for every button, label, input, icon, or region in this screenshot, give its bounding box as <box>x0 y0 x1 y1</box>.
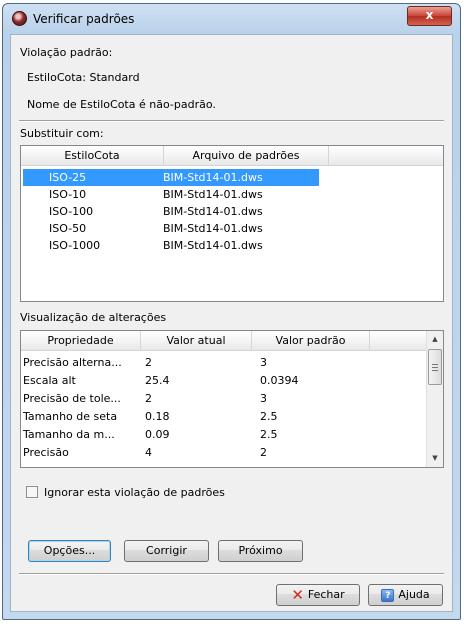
row-standard: 2 <box>260 446 267 459</box>
row-style: ISO-50 <box>49 222 87 235</box>
row-standard: 0.0394 <box>260 374 299 387</box>
row-property: Escala alt <box>23 374 76 387</box>
replace-header: Substituir com: <box>20 127 104 140</box>
row-property: Tamanho de seta <box>23 410 118 423</box>
row-current: 0.09 <box>145 428 170 441</box>
row-property: Precisão alterna... <box>23 356 122 369</box>
preview-list[interactable]: Propriedade Valor atual Valor padrão Pre… <box>20 330 444 468</box>
row-file: BIM-Std14-01.dws <box>163 239 263 252</box>
close-window-button[interactable]: x <box>407 6 452 26</box>
row-file: BIM-Std14-01.dws <box>163 205 263 218</box>
replace-row[interactable]: ISO-1000 BIM-Std14-01.dws <box>23 237 319 254</box>
scroll-up-arrow-icon[interactable]: ▲ <box>427 331 443 348</box>
preview-row[interactable]: Precisão 4 2 <box>23 444 423 461</box>
replace-list[interactable]: EstiloCota Arquivo de padrões ISO-25 BIM… <box>20 145 444 302</box>
row-standard: 3 <box>260 356 267 369</box>
row-property: Precisão de tole... <box>23 392 121 405</box>
preview-row[interactable]: Tamanho da m... 0.09 2.5 <box>23 426 423 443</box>
row-file: BIM-Std14-01.dws <box>163 188 263 201</box>
preview-header: Visualização de alterações <box>20 311 167 324</box>
help-icon: ? <box>381 588 395 602</box>
next-button[interactable]: Próximo <box>218 540 303 562</box>
scroll-thumb[interactable] <box>428 349 442 385</box>
preview-row[interactable]: Tamanho de seta 0.18 2.5 <box>23 408 423 425</box>
column-header-dimstyle[interactable]: EstiloCota <box>21 146 164 166</box>
close-button-label: Fechar <box>307 588 345 601</box>
row-file: BIM-Std14-01.dws <box>163 171 263 184</box>
preview-row[interactable]: Escala alt 25.4 0.0394 <box>23 372 423 389</box>
scroll-down-arrow-icon[interactable]: ▼ <box>427 450 443 467</box>
row-style: ISO-25 <box>49 171 87 184</box>
grip-line <box>432 370 438 371</box>
help-button-label: Ajuda <box>398 588 430 601</box>
row-current: 0.18 <box>145 410 170 423</box>
replace-row[interactable]: ISO-50 BIM-Std14-01.dws <box>23 220 319 237</box>
fix-button[interactable]: Corrigir <box>124 540 209 562</box>
replace-row[interactable]: ISO-100 BIM-Std14-01.dws <box>23 203 319 220</box>
window-title: Verificar padrões <box>33 12 135 26</box>
column-header-standard-value[interactable]: Valor padrão <box>252 331 370 351</box>
violation-style: EstiloCota: Standard <box>27 71 140 84</box>
close-x-icon: ✕ <box>291 585 304 604</box>
violation-header: Violação padrão: <box>20 46 113 59</box>
replace-row[interactable]: ISO-10 BIM-Std14-01.dws <box>23 186 319 203</box>
row-standard: 3 <box>260 392 267 405</box>
row-file: BIM-Std14-01.dws <box>163 222 263 235</box>
row-style: ISO-10 <box>49 188 87 201</box>
replace-row[interactable]: ISO-25 BIM-Std14-01.dws <box>23 169 319 186</box>
row-current: 4 <box>145 446 152 459</box>
row-current: 25.4 <box>145 374 170 387</box>
row-property: Tamanho da m... <box>23 428 115 441</box>
column-header-filler <box>370 331 428 351</box>
grip-line <box>432 367 438 368</box>
violation-description: Nome de EstiloCota é não-padrão. <box>27 98 216 111</box>
separator <box>19 573 444 575</box>
column-header-standards-file[interactable]: Arquivo de padrões <box>164 146 329 166</box>
preview-scrollbar[interactable]: ▲ ▼ <box>426 331 443 467</box>
row-style: ISO-100 <box>49 205 94 218</box>
row-property: Precisão <box>23 446 69 459</box>
preview-row[interactable]: Precisão de tole... 2 3 <box>23 390 423 407</box>
grip-line <box>432 364 438 365</box>
ignore-violation-checkbox[interactable] <box>26 486 38 498</box>
column-header-current-value[interactable]: Valor atual <box>141 331 252 351</box>
preview-row[interactable]: Precisão alterna... 2 3 <box>23 354 423 371</box>
close-button[interactable]: ✕ Fechar <box>276 584 360 606</box>
row-current: 2 <box>145 356 152 369</box>
column-header-property[interactable]: Propriedade <box>21 331 141 351</box>
row-current: 2 <box>145 392 152 405</box>
app-icon <box>12 11 27 26</box>
options-button[interactable]: Opções... <box>28 540 111 562</box>
title-bar[interactable]: Verificar padrões x <box>3 4 460 34</box>
dialog-body: Violação padrão: EstiloCota: Standard No… <box>10 34 453 612</box>
row-style: ISO-1000 <box>49 239 101 252</box>
column-header-filler <box>329 146 443 166</box>
row-standard: 2.5 <box>260 410 278 423</box>
separator <box>19 120 444 122</box>
standards-dialog: Verificar padrões x Violação padrão: Est… <box>2 3 461 620</box>
help-button[interactable]: ? Ajuda <box>368 584 443 606</box>
row-standard: 2.5 <box>260 428 278 441</box>
ignore-violation-label[interactable]: Ignorar esta violação de padrões <box>44 486 225 499</box>
